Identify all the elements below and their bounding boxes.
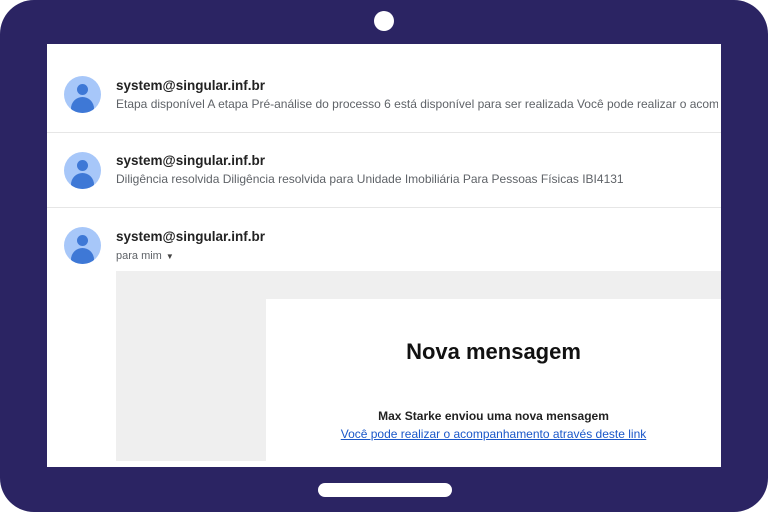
avatar-head-shape — [77, 84, 88, 95]
recipient-label: para mim — [116, 250, 162, 262]
avatar-icon — [64, 227, 101, 264]
home-button[interactable] — [318, 483, 452, 497]
avatar-icon — [64, 76, 101, 113]
avatar-body-shape — [71, 248, 94, 264]
email-screen: system@singular.inf.br Etapa disponível … — [47, 44, 721, 467]
recipient-dropdown[interactable]: para mim ▼ — [116, 250, 174, 262]
email-body: Nova mensagem Max Starke enviou uma nova… — [116, 271, 721, 467]
avatar-head-shape — [77, 235, 88, 246]
avatar-head-shape — [77, 160, 88, 171]
email-thread-item[interactable]: system@singular.inf.br Etapa disponível … — [47, 44, 721, 133]
email-message-text: Max Starke enviou uma nova mensagem — [378, 409, 609, 423]
email-content-card: Nova mensagem Max Starke enviou uma nova… — [266, 299, 721, 467]
email-heading: Nova mensagem — [406, 339, 581, 364]
sender-name: system@singular.inf.br — [116, 229, 265, 244]
email-thread-item[interactable]: system@singular.inf.br Diligência resolv… — [47, 132, 721, 208]
email-snippet: Etapa disponível A etapa Pré-análise do … — [116, 97, 718, 111]
avatar-body-shape — [71, 97, 94, 113]
sender-name: system@singular.inf.br — [116, 153, 265, 168]
avatar-body-shape — [71, 173, 94, 189]
camera-icon — [374, 11, 394, 31]
avatar-icon — [64, 152, 101, 189]
caret-down-icon: ▼ — [165, 252, 174, 261]
sender-name: system@singular.inf.br — [116, 78, 265, 93]
tracking-link[interactable]: Você pode realizar o acompanhamento atra… — [266, 427, 721, 441]
email-snippet: Diligência resolvida Diligência resolvid… — [116, 172, 624, 186]
tablet-frame: system@singular.inf.br Etapa disponível … — [0, 0, 768, 512]
